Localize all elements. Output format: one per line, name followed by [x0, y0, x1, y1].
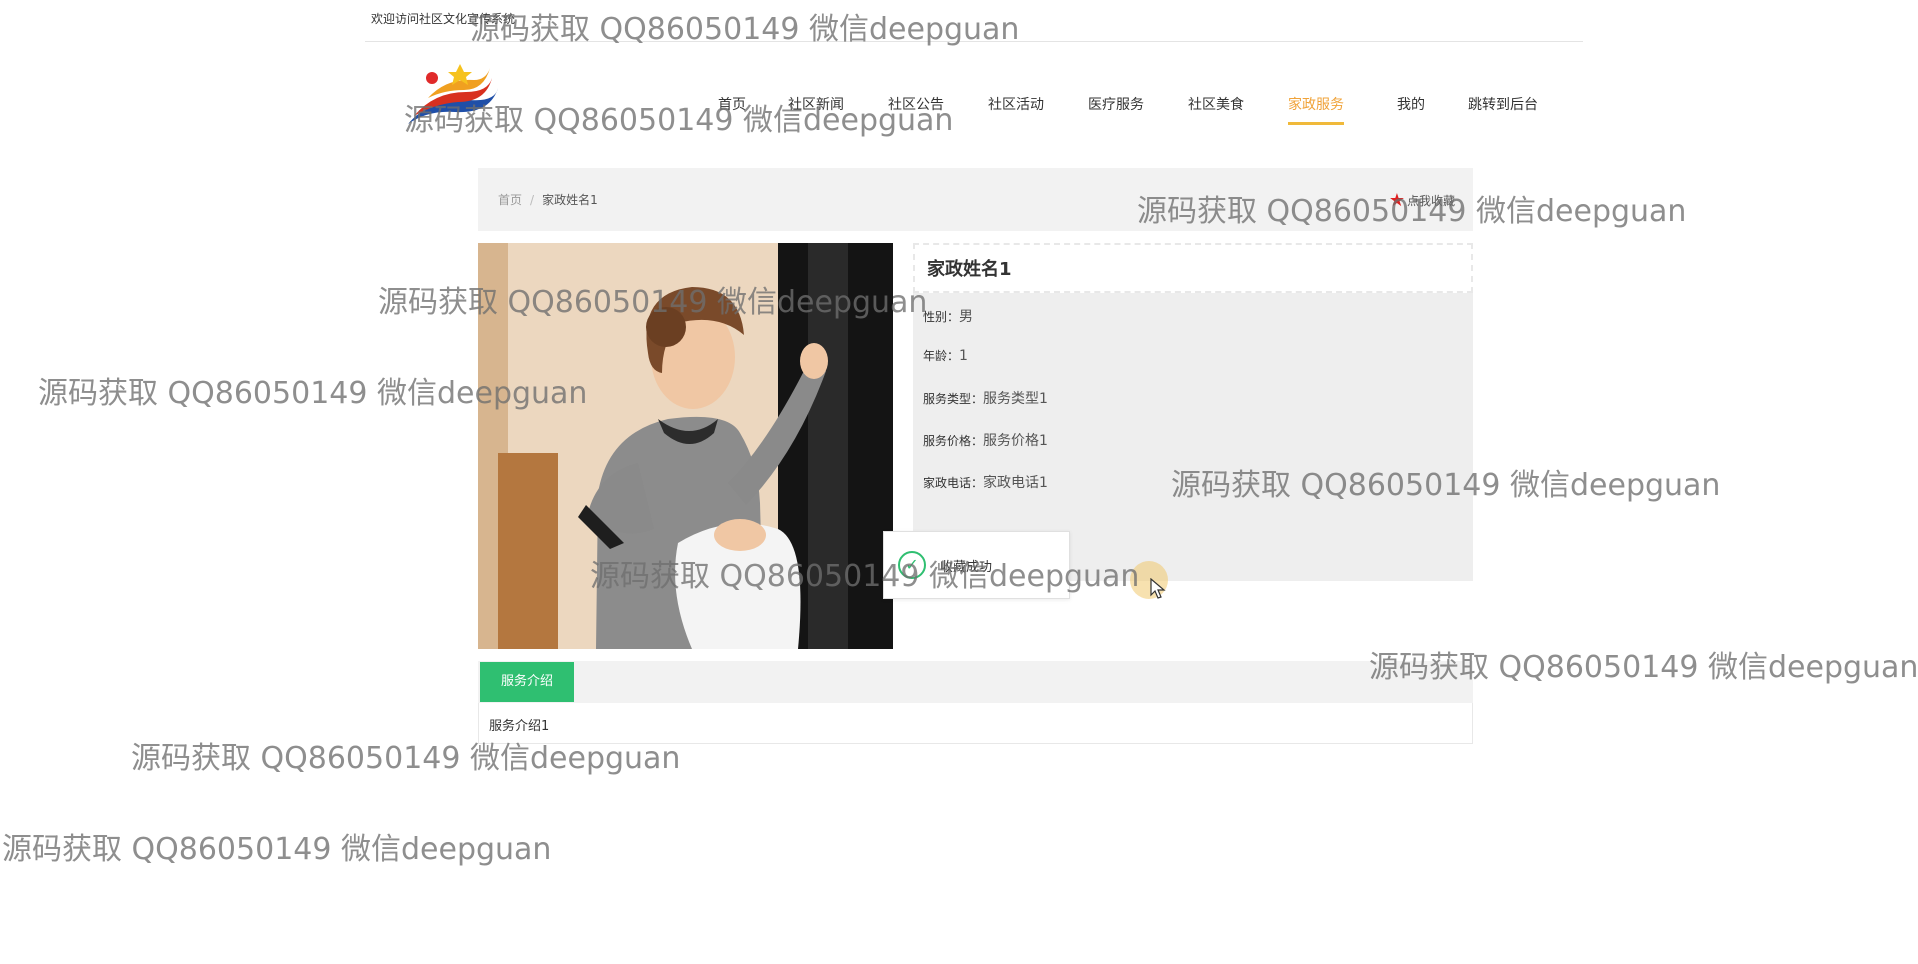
field-phone-label: 家政电话： — [923, 476, 984, 490]
check-circle-icon: ✓ — [898, 551, 926, 579]
field-gender: 性别：男 — [923, 306, 973, 326]
field-service-type: 服务类型：服务类型1 — [923, 388, 1048, 408]
favorite-button[interactable]: ★ 点我收藏 — [1389, 190, 1455, 211]
watermark: 源码获取 QQ86050149 微信deepguan — [2, 832, 552, 867]
star-icon: ★ — [1388, 190, 1405, 211]
breadcrumb: 首页 / 家政姓名1 — [498, 191, 598, 208]
favorite-label: 点我收藏 — [1406, 194, 1455, 208]
tab-content: 服务介绍1 — [478, 703, 1473, 744]
toast-message: 收藏成功 — [940, 560, 993, 575]
field-service-price: 服务价格：服务价格1 — [923, 430, 1048, 450]
field-service-type-value: 服务类型1 — [983, 391, 1048, 407]
tab-service-intro[interactable]: 服务介绍 — [480, 662, 574, 702]
field-service-price-label: 服务价格： — [923, 434, 984, 448]
success-toast: ✓ 收藏成功 — [883, 531, 1070, 599]
field-gender-label: 性别： — [923, 310, 960, 324]
detail-title: 家政姓名1 — [913, 243, 1473, 293]
field-service-type-label: 服务类型： — [923, 392, 984, 406]
service-intro-text: 服务介绍1 — [489, 719, 550, 734]
nav-item-community-food[interactable]: 社区美食 — [1188, 94, 1244, 122]
site-logo[interactable] — [400, 58, 500, 130]
field-gender-value: 男 — [959, 309, 974, 325]
field-service-price-value: 服务价格1 — [983, 433, 1048, 449]
nav-item-admin[interactable]: 跳转到后台 — [1468, 94, 1538, 122]
welcome-text: 欢迎访问社区文化宣传系统 — [371, 12, 516, 26]
breadcrumb-separator: / — [530, 193, 535, 207]
breadcrumb-current: 家政姓名1 — [542, 193, 598, 207]
detail-tabs: 服务介绍 — [478, 661, 1473, 703]
field-age-value: 1 — [959, 348, 968, 364]
field-phone-value: 家政电话1 — [983, 475, 1048, 491]
mouse-pointer-icon — [1150, 578, 1166, 599]
nav-item-home[interactable]: 首页 — [718, 94, 746, 122]
nav-item-community-activity[interactable]: 社区活动 — [988, 94, 1044, 122]
nav-item-community-news[interactable]: 社区新闻 — [788, 94, 844, 122]
breadcrumb-bar: 首页 / 家政姓名1 ★ 点我收藏 — [478, 168, 1473, 231]
breadcrumb-home[interactable]: 首页 — [498, 193, 522, 207]
nav-item-mine[interactable]: 我的 — [1397, 94, 1425, 122]
top-bar: 欢迎访问社区文化宣传系统 — [365, 0, 1583, 42]
field-phone: 家政电话：家政电话1 — [923, 472, 1048, 492]
housekeeper-photo — [478, 243, 893, 649]
nav-item-housekeeping[interactable]: 家政服务 — [1288, 94, 1344, 125]
nav-item-medical-service[interactable]: 医疗服务 — [1088, 94, 1144, 122]
field-age: 年龄：1 — [923, 347, 968, 364]
nav-item-community-notice[interactable]: 社区公告 — [888, 94, 944, 122]
field-age-label: 年龄： — [923, 349, 960, 363]
